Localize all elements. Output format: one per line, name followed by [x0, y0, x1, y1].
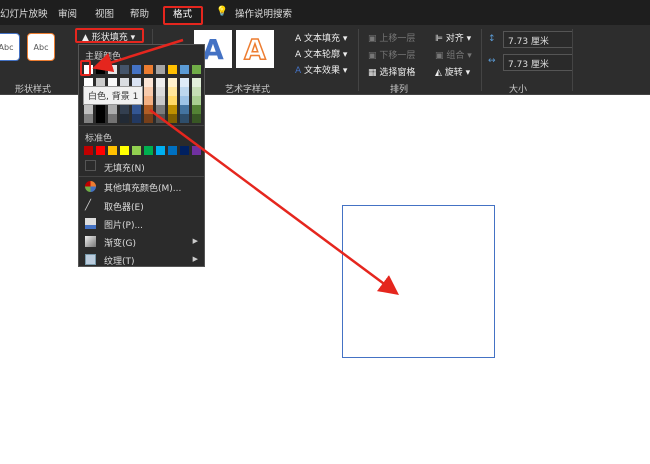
arrow-to-shape [149, 108, 400, 295]
arrow-to-swatch [92, 38, 184, 73]
annotation-arrows [92, 38, 400, 295]
